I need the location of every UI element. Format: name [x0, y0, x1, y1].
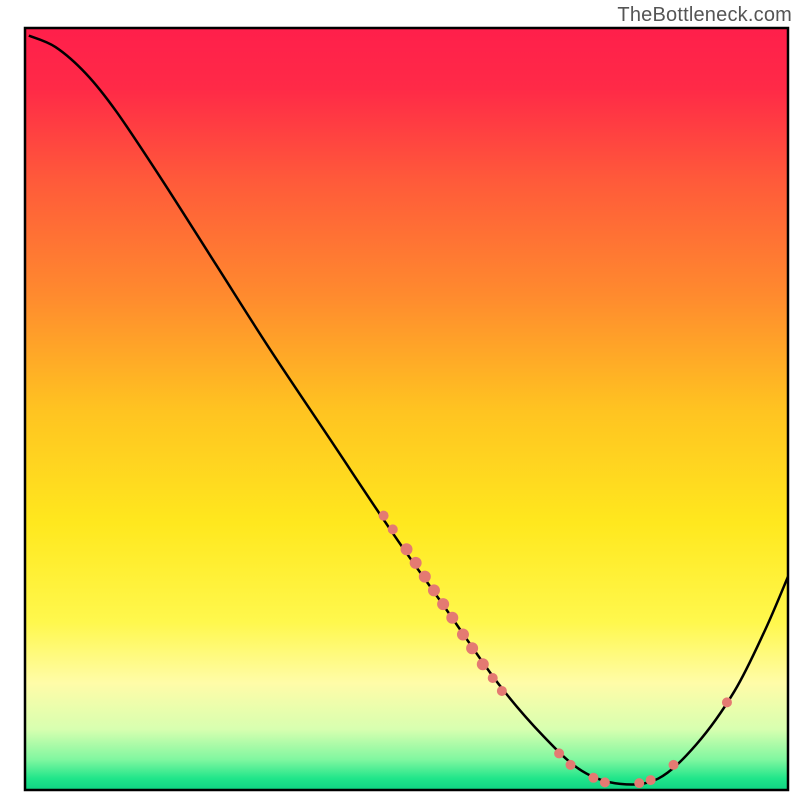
data-marker — [446, 612, 458, 624]
watermark-text: TheBottleneck.com — [617, 4, 792, 27]
gradient-background — [25, 28, 788, 790]
data-marker — [419, 571, 431, 583]
data-marker — [401, 543, 413, 555]
data-marker — [646, 775, 656, 785]
data-marker — [600, 777, 610, 787]
data-marker — [722, 697, 732, 707]
data-marker — [410, 557, 422, 569]
data-marker — [669, 760, 679, 770]
data-marker — [497, 686, 507, 696]
data-marker — [428, 584, 440, 596]
data-marker — [588, 773, 598, 783]
data-marker — [477, 658, 489, 670]
data-marker — [634, 778, 644, 788]
data-marker — [457, 629, 469, 641]
data-marker — [466, 642, 478, 654]
data-marker — [554, 748, 564, 758]
data-marker — [488, 673, 498, 683]
data-marker — [566, 760, 576, 770]
data-marker — [379, 511, 389, 521]
bottleneck-chart — [0, 0, 800, 800]
data-marker — [437, 598, 449, 610]
data-marker — [388, 524, 398, 534]
